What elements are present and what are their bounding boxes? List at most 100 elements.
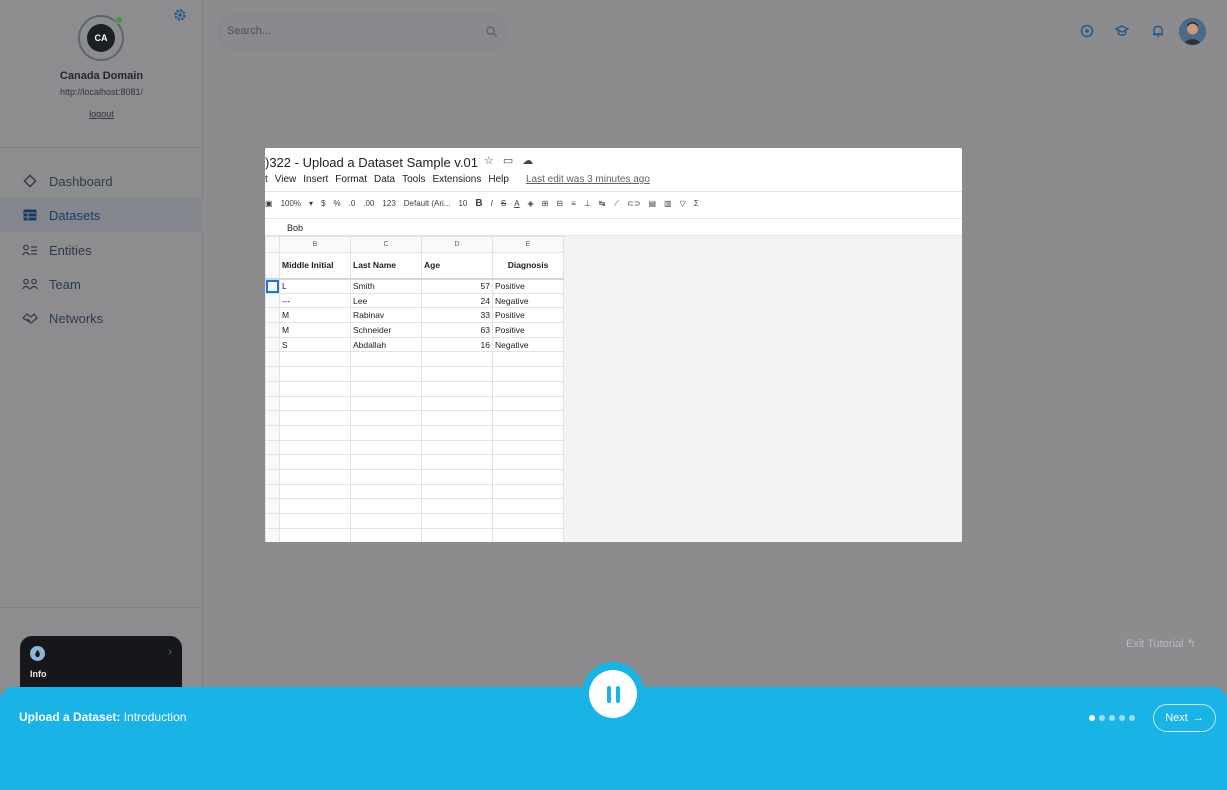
header-cell: Age bbox=[421, 252, 493, 280]
cell: Schneider bbox=[350, 322, 422, 338]
column-header: B bbox=[279, 236, 351, 253]
search-input[interactable]: Search... bbox=[218, 14, 508, 50]
cell bbox=[279, 380, 351, 397]
logout-link[interactable]: logout bbox=[0, 109, 203, 119]
cell: Abdallah bbox=[350, 336, 422, 353]
table-row: M Rabinav 33 Positive bbox=[265, 307, 564, 324]
cell bbox=[492, 395, 564, 412]
table-row: S Abdallah 16 Negative bbox=[265, 336, 564, 353]
row-header bbox=[265, 336, 280, 353]
cell bbox=[492, 468, 564, 485]
handshake-icon bbox=[22, 310, 38, 326]
cell bbox=[350, 498, 422, 514]
step-dot bbox=[1129, 715, 1135, 721]
cell bbox=[350, 527, 422, 542]
org-name: Canada Domain bbox=[59, 70, 144, 82]
more-formats: 123 bbox=[382, 199, 396, 208]
decrease-decimal: .0 bbox=[348, 199, 356, 208]
pause-button[interactable] bbox=[582, 662, 644, 724]
cell bbox=[350, 410, 422, 426]
row-header bbox=[265, 439, 280, 456]
cell bbox=[279, 468, 351, 485]
table-row bbox=[265, 395, 564, 412]
cell bbox=[421, 424, 493, 441]
zoom-select: 100% bbox=[280, 199, 302, 208]
link-icon: ⊂⊃ bbox=[627, 199, 641, 208]
chevron-right-icon[interactable]: › bbox=[168, 646, 172, 658]
cell bbox=[350, 351, 422, 368]
sidebar-item-dashboard[interactable]: Dashboard bbox=[0, 164, 203, 198]
cell bbox=[279, 351, 351, 368]
info-card-label: Info bbox=[30, 669, 47, 679]
cell: Positive bbox=[492, 278, 564, 294]
search-icon[interactable] bbox=[485, 25, 498, 38]
cell bbox=[350, 483, 422, 500]
row-header bbox=[265, 468, 280, 485]
arrow-right-icon: → bbox=[1192, 712, 1204, 724]
sidebar-divider bbox=[0, 607, 203, 608]
exit-tutorial-label: Exit Tutorial bbox=[1126, 638, 1184, 650]
cell bbox=[492, 366, 564, 382]
cell bbox=[492, 454, 564, 470]
next-button[interactable]: Next → bbox=[1153, 704, 1216, 732]
cell bbox=[279, 454, 351, 470]
table-row bbox=[265, 380, 564, 397]
sidebar-divider bbox=[0, 147, 203, 148]
cell: 63 bbox=[421, 322, 493, 338]
spreadsheet-preview: )322 - Upload a Dataset Sample v.01 ☆ ▭ … bbox=[265, 148, 962, 542]
merge-icon: ⊟ bbox=[556, 199, 564, 208]
bell-icon[interactable] bbox=[1151, 24, 1165, 38]
graduation-cap-icon[interactable] bbox=[1115, 24, 1129, 38]
cell bbox=[492, 439, 564, 456]
cell bbox=[492, 351, 564, 368]
borders-icon: ⊞ bbox=[541, 199, 549, 208]
step-dot bbox=[1119, 715, 1125, 721]
cell bbox=[421, 498, 493, 514]
font-select: Default (Ari... bbox=[403, 199, 451, 208]
cloud-icon: ☁ bbox=[522, 155, 534, 167]
cell bbox=[421, 410, 493, 426]
sidebar-item-team[interactable]: Team bbox=[0, 267, 203, 301]
cell bbox=[350, 424, 422, 441]
sheet-menu-item: Insert bbox=[303, 174, 329, 185]
functions-icon: Σ bbox=[693, 199, 699, 208]
cell: M bbox=[279, 322, 351, 338]
next-label: Next bbox=[1165, 712, 1188, 724]
cell bbox=[421, 468, 493, 485]
cell bbox=[279, 483, 351, 500]
last-edit-link: Last edit was 3 minutes ago bbox=[525, 174, 650, 185]
cell bbox=[279, 439, 351, 456]
table-row: M Schneider 63 Positive bbox=[265, 322, 564, 338]
cell: 57 bbox=[421, 278, 493, 294]
cell bbox=[350, 439, 422, 456]
row-header bbox=[265, 307, 280, 324]
print-icon: ▣ bbox=[265, 199, 273, 208]
column-header: C bbox=[350, 236, 422, 253]
table-row bbox=[265, 513, 564, 529]
row-header bbox=[265, 252, 280, 280]
cell bbox=[279, 527, 351, 542]
row-header bbox=[265, 322, 280, 338]
org-avatar[interactable]: CA bbox=[78, 15, 124, 61]
filter-icon: ▽ bbox=[679, 199, 686, 208]
gear-icon[interactable] bbox=[173, 8, 187, 22]
cell bbox=[492, 483, 564, 500]
table-row: L Smith 57 Positive bbox=[265, 278, 564, 294]
cell: 33 bbox=[421, 307, 493, 324]
user-avatar[interactable] bbox=[1179, 18, 1206, 45]
exit-tutorial-button[interactable]: Exit Tutorial ↰ bbox=[1126, 637, 1196, 650]
table-icon bbox=[22, 207, 38, 223]
cell: L bbox=[279, 278, 351, 294]
sheet-toolbar: ▣ 100% ▾ $ % .0 .00 123 Default (Ari... … bbox=[265, 198, 962, 209]
table-row bbox=[265, 439, 564, 456]
help-icon[interactable] bbox=[1080, 24, 1094, 38]
sidebar-item-networks[interactable]: Networks bbox=[0, 301, 203, 335]
sidebar-item-datasets[interactable]: Datasets bbox=[0, 198, 203, 232]
cell bbox=[492, 424, 564, 441]
cell: --- bbox=[279, 292, 351, 309]
currency-format: $ bbox=[321, 199, 326, 208]
diamond-icon bbox=[22, 173, 38, 189]
table-row bbox=[265, 410, 564, 426]
sidebar-item-entities[interactable]: Entities bbox=[0, 233, 203, 267]
org-url: http://localhost:8081/ bbox=[59, 87, 144, 97]
